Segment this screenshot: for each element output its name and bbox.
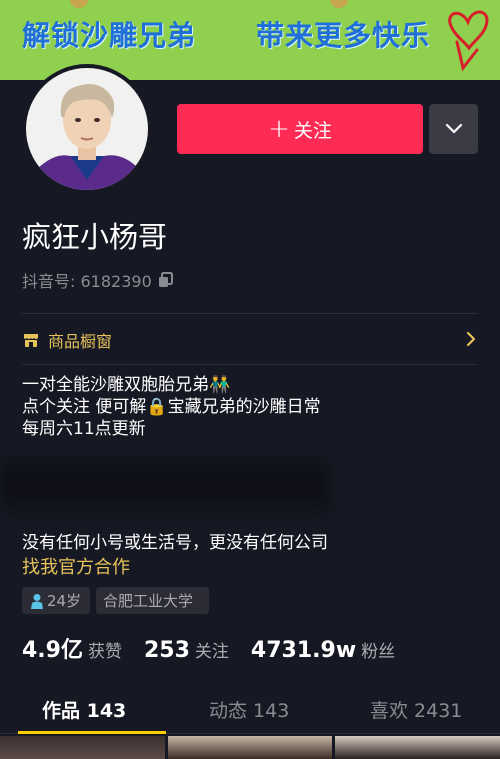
heart-doodle-icon	[448, 10, 489, 72]
copy-icon[interactable]	[158, 272, 174, 288]
nickname: 疯狂小杨哥	[22, 220, 168, 254]
douyin-id-row: 抖音号: 6182390	[22, 268, 174, 292]
bio-line: 点个关注 便可解🔒宝藏兄弟的沙雕日常	[22, 397, 321, 417]
video-grid	[0, 736, 500, 759]
bio-line: 一对全能沙雕双胞胎兄弟👬	[22, 375, 231, 395]
tab-likes[interactable]: 喜欢 2431	[370, 696, 462, 723]
shop-window-label: 商品橱窗	[48, 332, 113, 351]
banner-left-text: 解锁沙雕兄弟	[22, 19, 197, 52]
follow-button-label: 关注	[293, 119, 332, 142]
avatar[interactable]	[22, 64, 152, 194]
active-tab-indicator	[18, 731, 166, 734]
likes-label: 获赞	[87, 642, 122, 662]
following-label[interactable]: 关注	[195, 637, 229, 662]
banner-decoration	[330, 0, 348, 8]
video-thumbnail[interactable]	[167, 736, 333, 759]
likes-count: 4.9亿	[22, 638, 83, 663]
followers-count[interactable]: 4731.9w	[251, 638, 356, 663]
avatar-photo	[26, 68, 148, 190]
plus-icon: +	[268, 114, 290, 144]
divider	[22, 313, 478, 314]
tab-works[interactable]: 作品 143	[42, 696, 126, 723]
banner-right-text: 带来更多快乐	[256, 19, 431, 52]
chevron-down-icon	[445, 123, 462, 134]
banner-decoration	[70, 0, 88, 8]
video-thumbnail[interactable]	[335, 736, 500, 759]
school-tag: 合肥工业大学	[96, 587, 209, 614]
stats-row: 4.9亿 获赞 253 关注 4731.9w 粉丝	[22, 632, 395, 664]
content-tabs: 作品 143 动态 143 喜欢 2431	[0, 682, 500, 734]
blurred-bio-area	[0, 450, 330, 520]
bio-line: 每周六11点更新	[22, 419, 146, 439]
school-label: 合肥工业大学	[103, 592, 194, 610]
age-label: 24岁	[47, 592, 82, 610]
person-icon	[31, 593, 43, 609]
bio: 一对全能沙雕双胞胎兄弟👬 点个关注 便可解🔒宝藏兄弟的沙雕日常 每周六11点更新	[22, 374, 321, 440]
following-count[interactable]: 253	[144, 638, 190, 663]
more-options-button[interactable]	[429, 104, 478, 154]
shop-icon	[24, 334, 38, 347]
followers-label[interactable]: 粉丝	[361, 637, 395, 662]
video-thumbnail[interactable]	[0, 736, 165, 759]
divider	[22, 364, 478, 365]
douyin-id-label: 抖音号:	[22, 272, 81, 291]
bio-note: 没有任何小号或生活号，更没有任何公司	[22, 533, 328, 553]
chevron-right-icon	[466, 331, 476, 347]
tab-moments[interactable]: 动态 143	[209, 696, 289, 723]
official-collab-link[interactable]: 找我官方合作	[22, 553, 130, 579]
follow-button[interactable]: + 关注	[177, 104, 423, 154]
age-tag: 24岁	[22, 587, 90, 614]
douyin-id-value: 6182390	[80, 272, 152, 291]
shop-window-row[interactable]: 商品橱窗	[22, 328, 478, 352]
